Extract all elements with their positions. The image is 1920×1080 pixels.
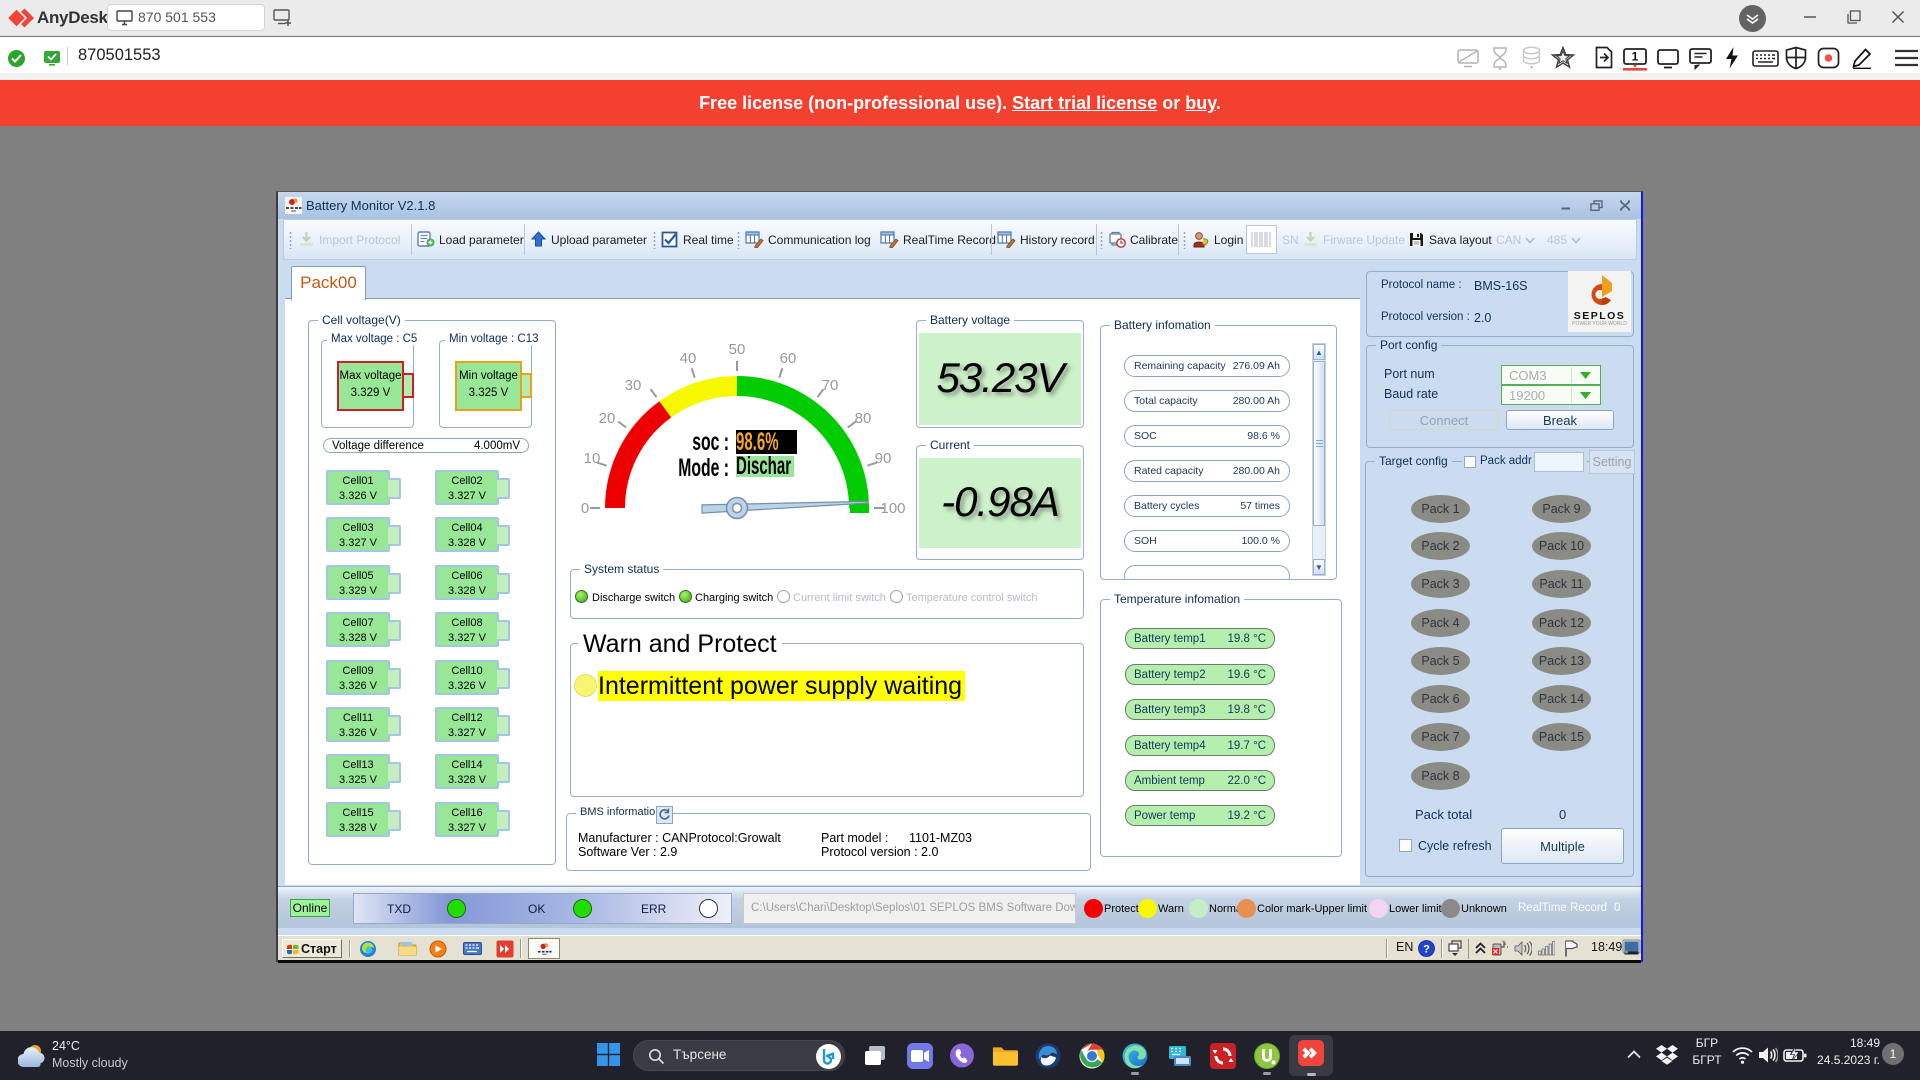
svg-text:10: 10	[584, 450, 601, 467]
svg-text:50: 50	[729, 341, 746, 358]
svg-text:20: 20	[599, 410, 616, 427]
svg-text:80: 80	[855, 410, 872, 427]
svg-text:90: 90	[875, 450, 892, 467]
svg-text:1: 1	[1632, 50, 1639, 64]
svg-text:40: 40	[680, 350, 697, 367]
svg-text:70: 70	[822, 377, 839, 394]
svg-text:?: ?	[1423, 944, 1430, 956]
svg-text:0: 0	[581, 500, 589, 517]
svg-text:60: 60	[780, 350, 797, 367]
svg-text:100: 100	[880, 500, 905, 517]
svg-text:30: 30	[625, 377, 642, 394]
